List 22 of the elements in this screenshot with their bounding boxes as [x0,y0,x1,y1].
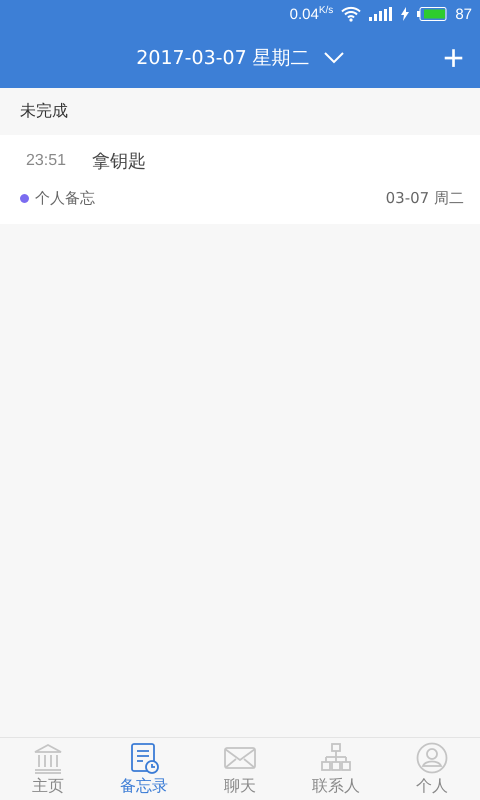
org-chart-icon [319,742,353,774]
network-speed: 0.04$^{K/s}$ [290,5,334,23]
wifi-icon [341,6,362,22]
add-button[interactable]: + [438,38,468,78]
memo-time: 23:51 [26,152,66,170]
memo-date: 03-07 周二 [386,189,464,208]
person-circle-icon [415,742,449,774]
date-selector[interactable]: 2017-03-07 星期二 [136,45,344,71]
nav-tab[interactable]: 联系人 [288,738,384,800]
charging-icon [401,7,410,21]
nav-tab[interactable]: 主页 [0,738,96,800]
memo-item[interactable]: 23:51 拿钥匙 个人备忘 03-07 周二 [0,135,480,224]
section-header: 未完成 [19,100,69,122]
memo-title: 拿钥匙 [92,150,146,173]
nav-tab[interactable]: 备忘录 [96,738,192,800]
memo-category: 个人备忘 [35,189,96,208]
chevron-down-icon [324,52,344,64]
battery-icon [417,7,448,21]
nav-tab[interactable]: 聊天 [192,738,288,800]
nav-tab[interactable]: 个人 [384,738,480,800]
signal-icon [369,7,394,21]
battery-percent: 87 [455,6,472,22]
